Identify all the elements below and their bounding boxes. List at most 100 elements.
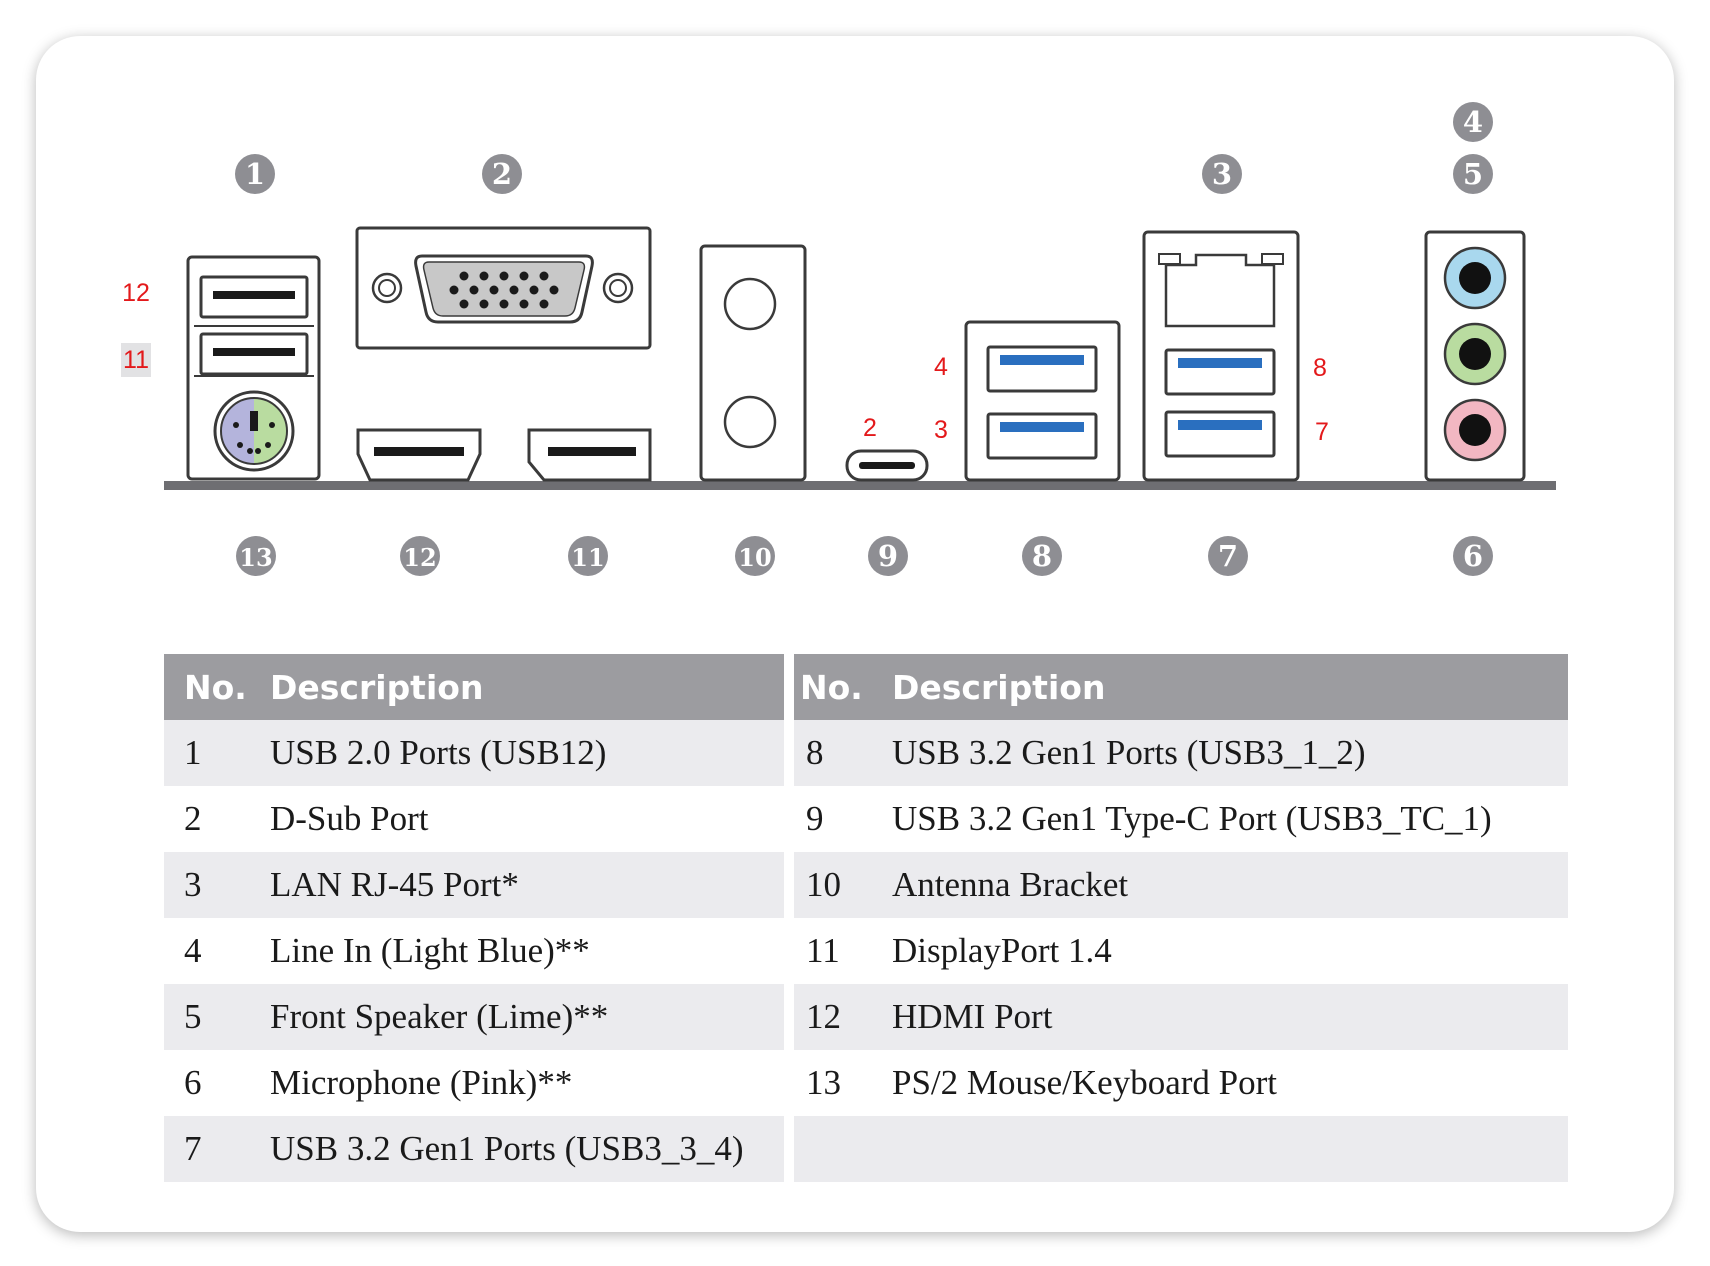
row-description: Line In (Light Blue)** bbox=[270, 931, 590, 970]
badge-13: 13 bbox=[236, 536, 276, 576]
badge-5: 5 bbox=[1453, 154, 1493, 194]
badge-12: 12 bbox=[400, 536, 440, 576]
row-description bbox=[892, 1116, 1568, 1182]
red-label-usb2-top: 12 bbox=[122, 279, 150, 307]
svg-text:10: 10 bbox=[738, 543, 771, 572]
row-no: 11 bbox=[806, 931, 840, 970]
svg-text:6: 6 bbox=[1463, 539, 1483, 573]
row-description: USB 3.2 Gen1 Type-C Port (USB3_TC_1) bbox=[892, 799, 1492, 838]
badge-3: 3 bbox=[1202, 154, 1242, 194]
rear-io-diagram: 1 2 3 4 5 13 12 11 10 9 8 7 6 12 11 2 4 … bbox=[121, 102, 1556, 576]
usb3-port-left-bottom bbox=[986, 412, 1098, 460]
badge-4: 4 bbox=[1453, 102, 1493, 142]
dsub-port bbox=[355, 226, 652, 350]
antenna-bracket bbox=[699, 244, 807, 482]
hdmi-port bbox=[356, 428, 482, 482]
table-row: 1 USB 2.0 Ports (USB12) bbox=[164, 720, 784, 786]
row-no: 12 bbox=[794, 984, 892, 1050]
header-no: No. bbox=[794, 654, 892, 720]
row-description: LAN RJ-45 Port* bbox=[270, 852, 784, 918]
table-row: 2 D-Sub Port bbox=[164, 786, 784, 852]
row-description: Antenna Bracket bbox=[892, 852, 1568, 918]
table-row: 9 USB 3.2 Gen1 Type-C Port (USB3_TC_1) bbox=[794, 786, 1568, 852]
svg-text:2: 2 bbox=[492, 157, 512, 191]
row-no bbox=[794, 1116, 892, 1182]
ps2-port bbox=[213, 390, 295, 472]
table-row: 11 DisplayPort 1.4 bbox=[794, 918, 1568, 984]
header-description: Description bbox=[270, 654, 784, 720]
row-description: D-Sub Port bbox=[270, 799, 429, 838]
row-no: 10 bbox=[794, 852, 892, 918]
table-row: 7 USB 3.2 Gen1 Ports (USB3_3_4) bbox=[164, 1116, 784, 1182]
table-row bbox=[794, 1116, 1568, 1182]
row-no: 9 bbox=[806, 799, 824, 838]
svg-text:5: 5 bbox=[1463, 157, 1483, 191]
lan-rj45-port bbox=[1158, 253, 1284, 328]
row-no: 5 bbox=[164, 984, 270, 1050]
svg-text:11: 11 bbox=[571, 543, 604, 572]
row-no: 6 bbox=[184, 1063, 202, 1102]
row-description: HDMI Port bbox=[892, 984, 1568, 1050]
row-description: DisplayPort 1.4 bbox=[892, 931, 1112, 970]
io-shield-baseline bbox=[164, 481, 1556, 490]
table-row: 5 Front Speaker (Lime)** bbox=[164, 984, 784, 1050]
red-label-typec: 2 bbox=[863, 414, 877, 442]
header-description: Description bbox=[892, 654, 1568, 720]
row-no: 13 bbox=[806, 1063, 841, 1102]
usb3-port-left-top bbox=[986, 345, 1098, 393]
lan-usb3-stack bbox=[1142, 230, 1300, 482]
table-row: 13 PS/2 Mouse/Keyboard Port bbox=[794, 1050, 1568, 1116]
usb3-port-right-bottom bbox=[1164, 410, 1276, 458]
red-label-usb2-bottom: 11 bbox=[123, 346, 149, 374]
svg-text:12: 12 bbox=[403, 543, 436, 572]
row-description: PS/2 Mouse/Keyboard Port bbox=[892, 1063, 1277, 1102]
table-row: 4 Line In (Light Blue)** bbox=[164, 918, 784, 984]
badge-6: 6 bbox=[1453, 536, 1493, 576]
table-row: 10 Antenna Bracket bbox=[794, 852, 1568, 918]
red-label-usb3-right-top: 8 bbox=[1313, 354, 1327, 382]
port-table-right: No. Description 8 USB 3.2 Gen1 Ports (US… bbox=[794, 654, 1568, 1182]
svg-text:9: 9 bbox=[878, 539, 898, 573]
microphone-jack bbox=[1443, 398, 1507, 462]
row-description: Front Speaker (Lime)** bbox=[270, 984, 784, 1050]
table-row: 8 USB 3.2 Gen1 Ports (USB3_1_2) bbox=[794, 720, 1568, 786]
io-panel-card: 1 2 3 4 5 13 12 11 10 9 8 7 6 12 11 2 4 … bbox=[36, 36, 1674, 1232]
badge-10: 10 bbox=[735, 536, 775, 576]
row-no: 2 bbox=[184, 799, 202, 838]
usb2-ps2-stack bbox=[186, 255, 321, 481]
row-no: 7 bbox=[164, 1116, 270, 1182]
port-table-left: No. Description 1 USB 2.0 Ports (USB12) … bbox=[164, 654, 784, 1182]
badge-1: 1 bbox=[235, 154, 275, 194]
row-no: 1 bbox=[164, 720, 270, 786]
row-description: Microphone (Pink)** bbox=[270, 1063, 573, 1102]
badge-11: 11 bbox=[568, 536, 608, 576]
table-row: 6 Microphone (Pink)** bbox=[164, 1050, 784, 1116]
header-no: No. bbox=[164, 654, 270, 720]
usb3-stack-left bbox=[964, 320, 1121, 482]
table-row: 12 HDMI Port bbox=[794, 984, 1568, 1050]
row-no: 3 bbox=[164, 852, 270, 918]
svg-text:1: 1 bbox=[245, 157, 265, 191]
svg-text:7: 7 bbox=[1218, 539, 1238, 573]
svg-text:13: 13 bbox=[239, 543, 272, 572]
red-label-usb3-left-top: 4 bbox=[934, 353, 948, 381]
red-label-usb3-left-bottom: 3 bbox=[934, 416, 948, 444]
row-no: 4 bbox=[184, 931, 202, 970]
red-label-usb3-right-bottom: 7 bbox=[1315, 418, 1329, 446]
usb3-port-right-top bbox=[1164, 348, 1276, 396]
row-no: 8 bbox=[794, 720, 892, 786]
badge-9: 9 bbox=[868, 536, 908, 576]
badge-2: 2 bbox=[482, 154, 522, 194]
svg-text:4: 4 bbox=[1463, 105, 1483, 139]
svg-text:8: 8 bbox=[1032, 539, 1052, 573]
row-description: USB 2.0 Ports (USB12) bbox=[270, 720, 784, 786]
row-description: USB 3.2 Gen1 Ports (USB3_3_4) bbox=[270, 1116, 784, 1182]
svg-text:3: 3 bbox=[1212, 157, 1232, 191]
table-row: 3 LAN RJ-45 Port* bbox=[164, 852, 784, 918]
audio-jack-stack bbox=[1424, 230, 1526, 482]
badge-7: 7 bbox=[1208, 536, 1248, 576]
front-speaker-jack bbox=[1443, 322, 1507, 386]
usb-typec-port bbox=[845, 449, 929, 482]
badge-8: 8 bbox=[1022, 536, 1062, 576]
row-description: USB 3.2 Gen1 Ports (USB3_1_2) bbox=[892, 720, 1568, 786]
